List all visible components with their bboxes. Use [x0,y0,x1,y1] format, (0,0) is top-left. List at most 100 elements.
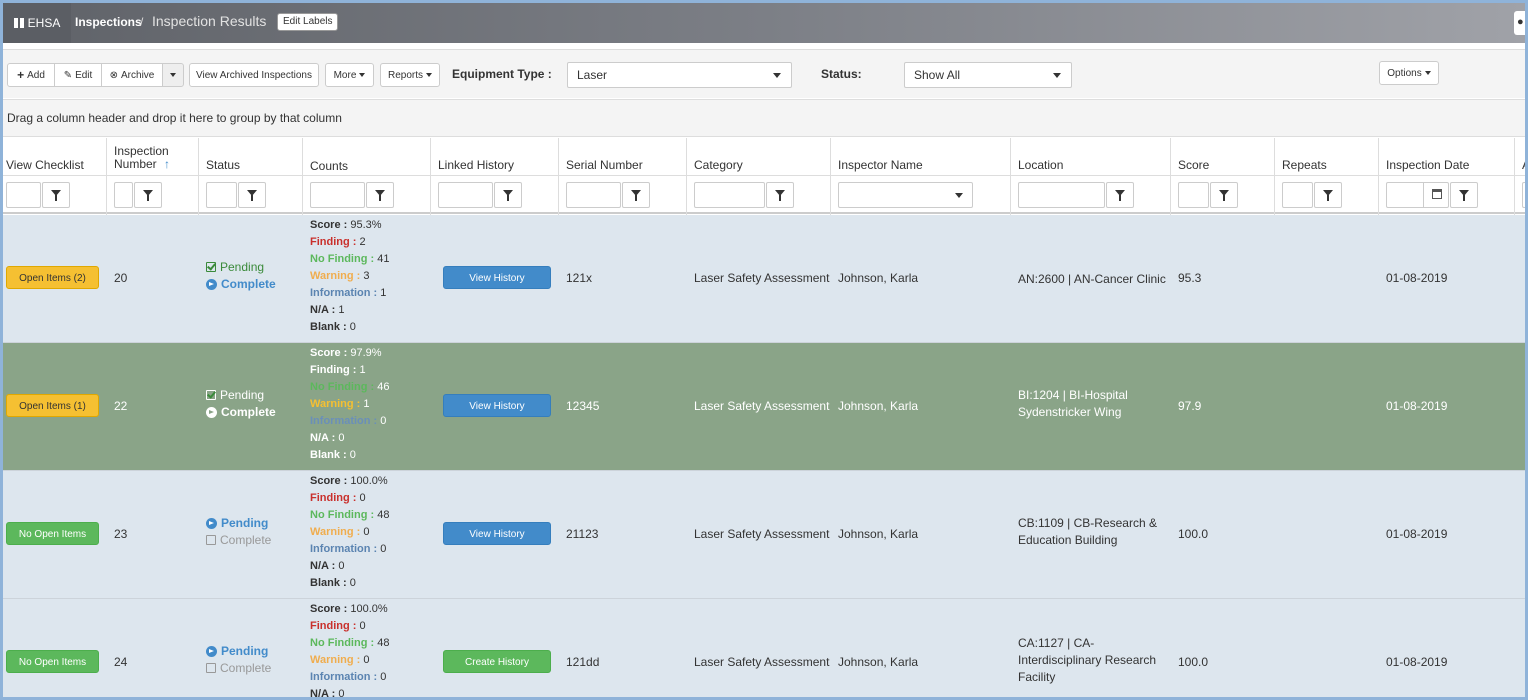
create-history-button[interactable]: Create History [443,650,551,673]
inspector-name: Johnson, Karla [838,527,919,541]
col-header-category[interactable]: Category [694,158,743,172]
inspection-date: 01-08-2019 [1386,271,1448,285]
table-row[interactable]: No Open Items 24 Pending Complete Score … [3,599,1525,697]
user-menu-button[interactable]: ● [1514,11,1525,35]
serial-number: 21123 [566,527,599,541]
table-row[interactable]: No Open Items 23 Pending Complete Score … [3,471,1525,599]
view-archived-button[interactable]: View Archived Inspections [189,63,319,87]
edit-labels-button[interactable]: Edit Labels [277,13,339,31]
col-header-repeats[interactable]: Repeats [1282,158,1327,172]
filter-input-category[interactable] [694,182,765,208]
status-pending-link[interactable]: Pending [206,516,268,530]
archive-dropdown-toggle[interactable] [162,63,184,87]
caret-down-icon [359,73,366,77]
col-header-location[interactable]: Location [1018,158,1063,172]
filter-input-inspection-number[interactable] [114,182,133,208]
filter-icon [143,190,153,201]
category: Laser Safety Assessment [694,399,830,413]
reports-dropdown-button[interactable]: Reports [380,63,440,87]
filter-button-counts[interactable] [366,182,394,208]
status-complete-link[interactable]: Complete [206,277,276,291]
edit-button[interactable]: ✎ Edit [54,63,102,87]
view-history-button[interactable]: View History [443,522,551,545]
filter-button-linked-history[interactable] [494,182,522,208]
filter-input-repeats[interactable] [1282,182,1313,208]
status-complete-link[interactable]: Complete [206,405,276,419]
breadcrumb-inspections[interactable]: Inspections [75,15,142,29]
view-history-button[interactable]: View History [443,394,551,417]
col-header-score[interactable]: Score [1178,158,1209,172]
inspection-date: 01-08-2019 [1386,655,1448,669]
open-items-button[interactable]: Open Items (1) [6,394,99,417]
status-filter-label: Status: [821,67,862,81]
col-header-inspection-date[interactable]: Inspection Date [1386,158,1469,172]
options-dropdown-button[interactable]: Options [1379,61,1439,85]
score: 97.9 [1178,399,1202,413]
filter-input-linked-history[interactable] [438,182,493,208]
col-header-view-checklist[interactable]: View Checklist [6,158,84,172]
equipment-type-select[interactable]: Laser [567,62,792,88]
counts-summary: Score : 95.3% Finding : 2 No Finding : 4… [310,219,390,333]
filter-select-inspector-name[interactable] [838,182,973,208]
filter-icon [1323,190,1333,201]
equipment-type-label: Equipment Type : [452,67,552,81]
add-button[interactable]: + Add [7,63,55,87]
view-history-button[interactable]: View History [443,266,551,289]
col-header-overflow[interactable]: A [1522,158,1525,172]
serial-number: 121x [566,271,593,285]
filter-date-picker[interactable] [1386,182,1449,208]
top-navigation-bar: EHSA Inspections / Inspection Results Ed… [3,3,1525,43]
filter-input-status[interactable] [206,182,237,208]
table-row-selected[interactable]: Open Items (1) 22 Pending Complete Score… [3,343,1525,471]
no-open-items-button[interactable]: No Open Items [6,650,99,673]
inspection-date: 01-08-2019 [1386,399,1448,413]
filter-input-overflow[interactable] [1522,182,1525,208]
filter-button-status[interactable] [238,182,266,208]
open-items-button[interactable]: Open Items (2) [6,266,99,289]
filter-button-repeats[interactable] [1314,182,1342,208]
equipment-type-value: Laser [577,68,608,82]
inspector-name: Johnson, Karla [838,655,919,669]
arrow-circle-right-icon [206,278,217,290]
brand-home-link[interactable]: EHSA [3,3,71,43]
group-by-drop-zone[interactable]: Drag a column header and drop it here to… [3,99,1525,137]
no-open-items-button[interactable]: No Open Items [6,522,99,545]
filter-input-score[interactable] [1178,182,1209,208]
col-header-counts[interactable]: Counts [310,159,348,173]
status-filter-select[interactable]: Show All [904,62,1072,88]
filter-button-location[interactable] [1106,182,1134,208]
col-header-inspector-name[interactable]: Inspector Name [838,158,923,172]
filter-button-category[interactable] [766,182,794,208]
col-header-linked-history[interactable]: Linked History [438,158,514,172]
checkbox-checked-icon [206,262,216,272]
serial-number: 12345 [566,399,600,413]
col-header-serial-number[interactable]: Serial Number [566,158,643,172]
filter-button-inspection-number[interactable] [134,182,162,208]
status-filter-value: Show All [914,68,961,82]
status-pending-link[interactable]: Pending [206,644,268,658]
filter-button-serial-number[interactable] [622,182,650,208]
filter-input-counts[interactable] [310,182,365,208]
chevron-down-icon [773,73,781,78]
filter-button-inspection-date[interactable] [1450,182,1478,208]
status-pending: Pending [206,388,264,402]
filter-button-view-checklist[interactable] [42,182,70,208]
filter-input-view-checklist[interactable] [6,182,41,208]
status-complete: Complete [206,533,271,547]
inspection-date: 01-08-2019 [1386,527,1448,541]
col-header-status[interactable]: Status [206,158,240,172]
score: 100.0 [1178,655,1209,669]
archive-button[interactable]: ⊗ Archive [101,63,163,87]
more-dropdown-button[interactable]: More [325,63,374,87]
filter-icon [775,190,785,201]
brand-label: EHSA [27,16,61,30]
col-header-inspection-number[interactable]: Inspection Number ↑ [114,145,170,171]
score: 95.3 [1178,271,1202,285]
filter-input-location[interactable] [1018,182,1105,208]
filter-button-score[interactable] [1210,182,1238,208]
table-row[interactable]: Open Items (2) 20 Pending Complete Score… [3,215,1525,343]
filter-input-serial-number[interactable] [566,182,621,208]
calendar-icon[interactable] [1423,183,1449,207]
inspector-name: Johnson, Karla [838,271,919,285]
filter-icon [1219,190,1229,201]
